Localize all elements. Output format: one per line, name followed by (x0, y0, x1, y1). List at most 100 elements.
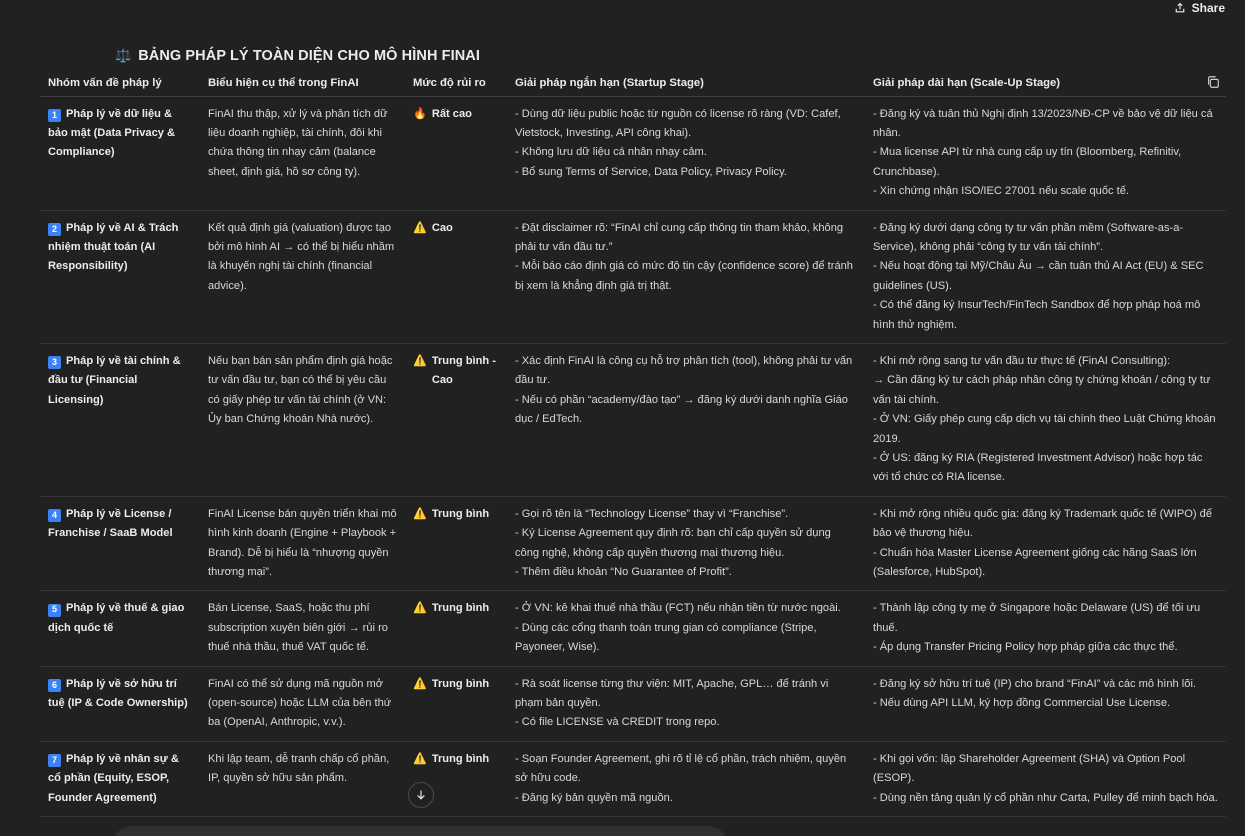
number-badge-icon: 1 (48, 108, 61, 122)
solution-line: - Thêm điều khoản “No Guarantee of Profi… (515, 566, 732, 579)
share-button[interactable]: Share (1174, 0, 1225, 16)
description-cell: FinAI thu thập, xử lý và phân tích dữ li… (200, 96, 405, 211)
risk-cell: ⚠️ Trung bình (405, 590, 507, 667)
short-term-cell: - Dùng dữ liệu public hoặc từ nguồn có l… (507, 96, 865, 211)
description-cell: Nếu bạn bán sản phẩm định giá hoặc tư vấ… (200, 343, 405, 497)
solution-line: - Nếu hoạt động tại Mỹ/Châu Âu → cần tuâ… (873, 260, 1204, 292)
table-row: 6 Pháp lý về sở hữu trí tuệ (IP & Code Ow… (40, 666, 1226, 742)
warning-icon: ⚠️ (413, 602, 427, 615)
long-term-cell: - Đăng ký và tuân thủ Nghị định 13/2023/… (865, 96, 1226, 211)
solution-line: - Thành lập công ty mẹ ở Singapore hoặc … (873, 602, 1201, 634)
message-composer[interactable] (112, 826, 728, 836)
short-term-cell: - Rà soát license từng thư viện: MIT, Ap… (507, 666, 865, 742)
issue-cell: 4 Pháp lý về License / Franchise / SaaB M… (40, 496, 200, 592)
issue-cell: 1 Pháp lý về dữ liệu & bảo mật (Data Priv… (40, 96, 200, 211)
top-bar: Share (0, 0, 1245, 18)
solution-line: - Đăng ký sở hữu trí tuệ (IP) cho brand … (873, 677, 1196, 690)
solution-line: - Dùng các cổng thanh toán trung gian có… (515, 621, 817, 654)
issue-label: Pháp lý về nhân sự & cổ phần (Equity, ES… (48, 752, 179, 804)
short-term-cell: - Soạn Founder Agreement, ghi rõ tỉ lệ c… (507, 741, 865, 818)
issue-label: Pháp lý về dữ liệu & bảo mật (Data Priva… (48, 107, 176, 159)
long-term-cell: - Thành lập công ty mẹ ở Singapore hoặc … (865, 590, 1226, 667)
short-term-cell: - Gọi rõ tên là “Technology License” tha… (507, 496, 865, 592)
issue-cell: 7 Pháp lý về nhân sự & cổ phần (Equity, E… (40, 741, 200, 818)
description-cell: FinAI License bán quyền triển khai mô hì… (200, 496, 405, 592)
warning-icon: ⚠️ (413, 752, 427, 765)
solution-line: - Xin chứng nhận ISO/IEC 27001 nếu scale… (873, 185, 1129, 198)
fire-icon: 🔥 (413, 107, 427, 120)
number-badge-icon: 4 (48, 509, 61, 523)
solution-line: - Ký License Agreement quy định rõ: bạn … (515, 527, 831, 559)
number-badge-icon: 3 (48, 356, 61, 370)
table-row: 4 Pháp lý về License / Franchise / SaaB M… (40, 496, 1226, 592)
table-row: 1 Pháp lý về dữ liệu & bảo mật (Data Priv… (40, 96, 1226, 211)
solution-line: - Đăng ký bản quyền mã nguồn. (515, 791, 673, 804)
long-term-cell: - Khi mở rộng nhiều quốc gia: đăng ký Tr… (865, 496, 1226, 592)
description-cell: Khi lập team, dễ tranh chấp cổ phần, IP,… (200, 741, 405, 818)
risk-cell: ⚠️ Trung bình (405, 496, 507, 592)
page-title: BẢNG PHÁP LÝ TOÀN DIỆN CHO MÔ HÌNH FINAI (138, 48, 480, 64)
risk-level: Trung bình (431, 677, 490, 690)
number-badge-icon: 5 (48, 603, 61, 617)
scroll-down-button[interactable] (408, 782, 434, 808)
long-term-cell: - Đăng ký dưới dạng công ty tư vấn phần … (865, 210, 1226, 344)
warning-icon: ⚠️ (413, 677, 427, 690)
warning-icon: ⚠️ (413, 354, 427, 367)
col-header: Giải pháp dài hạn (Scale-Up Stage) (865, 70, 1226, 97)
risk-level: Trung bình (431, 752, 490, 765)
scales-icon: ⚖️ (115, 48, 132, 63)
table-row: 3 Pháp lý về tài chính & đầu tư (Financia… (40, 343, 1226, 497)
col-header: Biểu hiện cụ thể trong FinAI (200, 70, 405, 97)
risk-cell: ⚠️ Cao (405, 210, 507, 344)
risk-cell: 🔥 Rất cao (405, 96, 507, 211)
issue-label: Pháp lý về tài chính & đầu tư (Financial… (48, 354, 181, 406)
solution-line: - Mua license API từ nhà cung cấp uy tín… (873, 146, 1182, 178)
doc-title-row: ⚖️ BẢNG PHÁP LÝ TOÀN DIỆN CHO MÔ HÌNH FI… (115, 48, 480, 64)
short-term-cell: - Xác định FinAI là công cụ hỗ trợ phân … (507, 343, 865, 497)
solution-line: - Ở VN: kê khai thuế nhà thầu (FCT) nếu … (515, 602, 841, 615)
solution-line: - Bổ sung Terms of Service, Data Policy,… (515, 165, 787, 178)
solution-line: - Gọi rõ tên là “Technology License” tha… (515, 507, 789, 520)
share-icon (1175, 2, 1184, 13)
solution-line: - Soạn Founder Agreement, ghi rõ tỉ lệ c… (515, 752, 847, 785)
long-term-cell: - Khi gọi vốn: lập Shareholder Agreement… (865, 741, 1226, 818)
issue-cell: 5 Pháp lý về thuế & giao dịch quốc tế (40, 590, 200, 667)
issue-cell: 2 Pháp lý về AI & Trách nhiệm thuật toán … (40, 210, 200, 344)
solution-line: - Xác định FinAI là công cụ hỗ trợ phân … (515, 354, 853, 387)
solution-line: - Rà soát license từng thư viện: MIT, Ap… (515, 677, 829, 710)
solution-line: - Dùng nền tảng quản lý cổ phần như Cart… (873, 791, 1218, 804)
issue-label: Pháp lý về sở hữu trí tuệ (IP & Code Own… (48, 677, 188, 710)
risk-cell: ⚠️ Trung bình (405, 666, 507, 742)
risk-level: Trung bình - Cao (431, 354, 496, 387)
solution-line: - Đăng ký dưới dạng công ty tư vấn phần … (873, 221, 1184, 253)
warning-icon: ⚠️ (413, 221, 427, 234)
issue-label: Pháp lý về thuế & giao dịch quốc tế (48, 602, 185, 634)
risk-level: Trung bình (431, 602, 490, 615)
risk-level: Cao (431, 221, 453, 234)
risk-level: Rất cao (431, 107, 472, 120)
solution-line: - Nếu có phần “academy/đào tạo” → đăng k… (515, 393, 848, 426)
number-badge-icon: 6 (48, 678, 61, 692)
share-label: Share (1191, 1, 1225, 15)
risk-cell: ⚠️ Trung bình - Cao (405, 343, 507, 497)
col-header: Giải pháp ngắn hạn (Startup Stage) (507, 70, 865, 97)
solution-line: - Dùng dữ liệu public hoặc từ nguồn có l… (515, 107, 841, 139)
warning-icon: ⚠️ (413, 507, 427, 520)
arrow-down-icon (417, 790, 425, 800)
solution-line: - Không lưu dữ liệu cá nhân nhạy cảm. (515, 146, 707, 159)
solution-line: - Nếu dùng API LLM, ký hợp đồng Commerci… (873, 697, 1171, 710)
solution-line: - Đăng ký và tuân thủ Nghị định 13/2023/… (873, 107, 1213, 139)
solution-line: - Có thể đăng ký InsurTech/FinTech Sandb… (873, 299, 1201, 331)
col-header: Mức độ rủi ro (405, 70, 507, 97)
risk-level: Trung bình (431, 507, 490, 520)
issue-label: Pháp lý về License / Franchise / SaaB Mo… (48, 507, 173, 540)
description-cell: Kết quả định giá (valuation) được tạo bở… (200, 210, 405, 344)
col-header: Nhóm vấn đề pháp lý (40, 70, 200, 97)
long-term-cell: - Khi mở rộng sang tư vấn đầu tư thực tế… (865, 343, 1226, 497)
solution-line: - Khi mở rộng sang tư vấn đầu tư thực tế… (873, 354, 1171, 367)
legal-table: Nhóm vấn đề pháp lý Biểu hiện cụ thể tro… (40, 70, 1226, 818)
solution-line: - Chuẩn hóa Master License Agreement giố… (873, 546, 1197, 579)
table-row: 5 Pháp lý về thuế & giao dịch quốc tế Bán … (40, 590, 1226, 667)
number-badge-icon: 2 (48, 222, 61, 236)
solution-line: - Có file LICENSE và CREDIT trong repo. (515, 716, 720, 729)
